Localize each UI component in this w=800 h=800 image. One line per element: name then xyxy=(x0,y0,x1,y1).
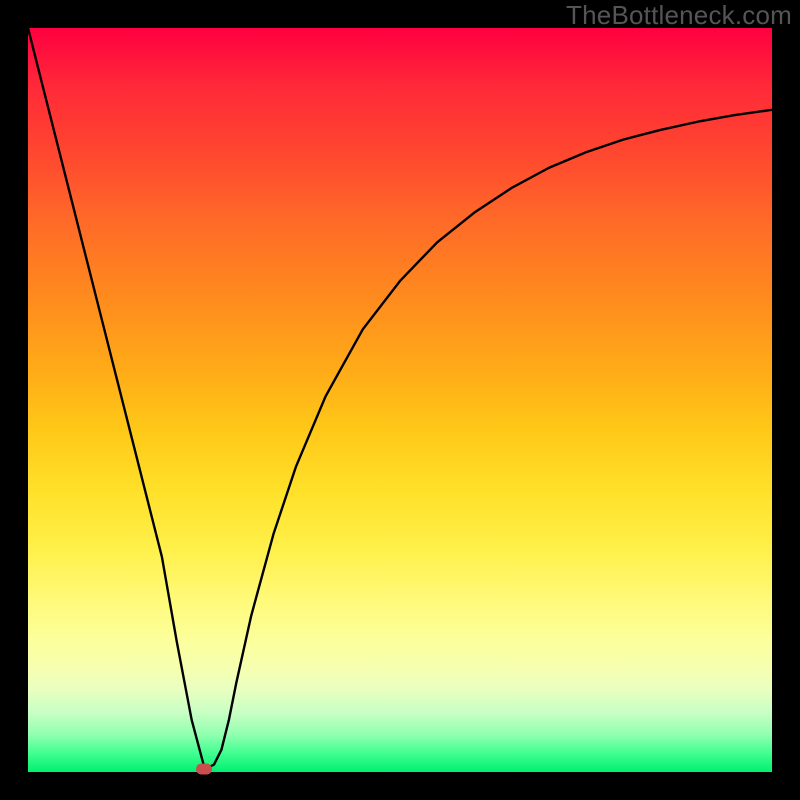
curve-layer xyxy=(28,28,772,772)
plot-area xyxy=(28,28,772,772)
bottleneck-curve xyxy=(28,28,772,768)
watermark-text: TheBottleneck.com xyxy=(566,0,792,31)
chart-frame: TheBottleneck.com xyxy=(0,0,800,800)
curve-minimum-marker xyxy=(196,764,212,775)
